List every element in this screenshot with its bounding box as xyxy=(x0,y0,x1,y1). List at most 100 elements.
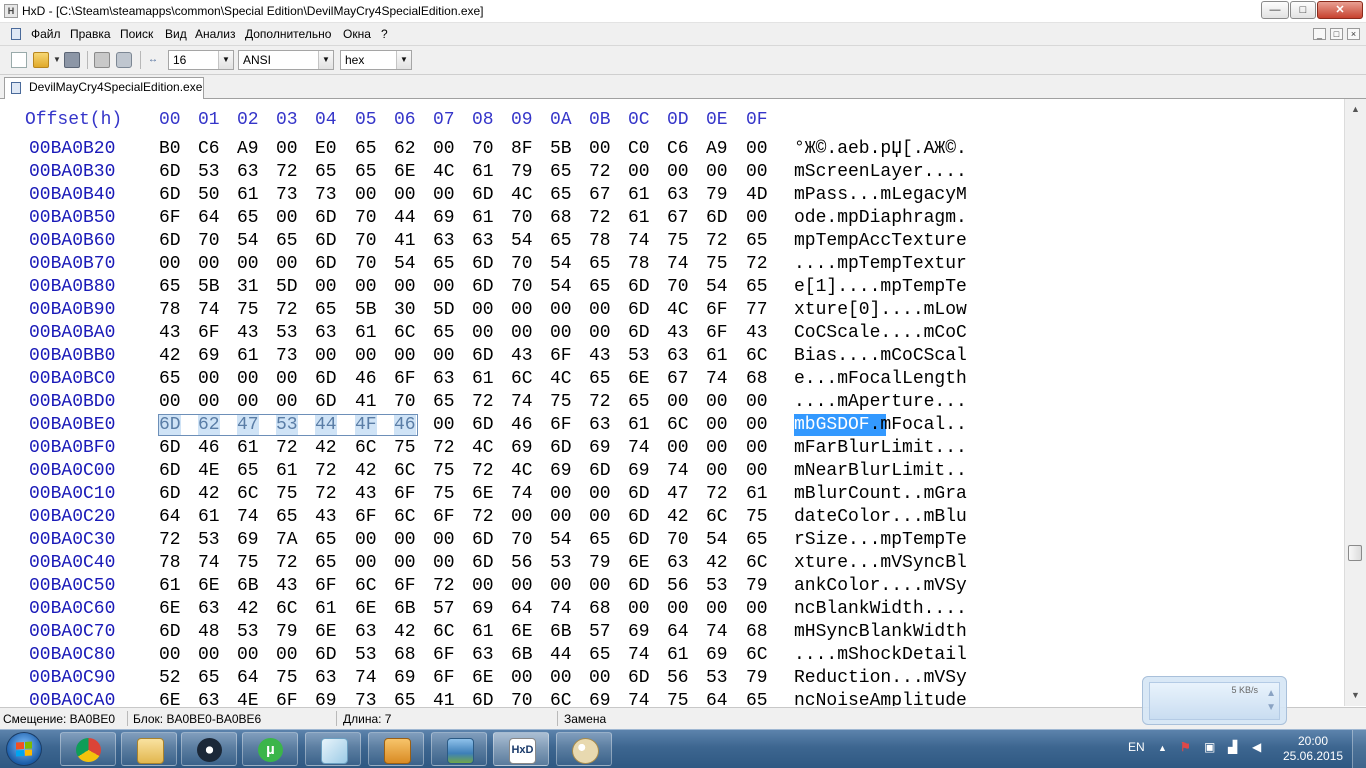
taskbar-steam[interactable] xyxy=(181,732,237,766)
properties-icon[interactable] xyxy=(116,52,132,68)
hex-byte[interactable]: 54 xyxy=(237,231,259,251)
taskbar-paint[interactable] xyxy=(556,732,612,766)
hex-byte[interactable]: 75 xyxy=(394,438,416,458)
hex-byte[interactable]: 70 xyxy=(394,392,416,412)
chevron-down-icon[interactable]: ▼ xyxy=(53,52,61,68)
hex-byte[interactable]: 6F xyxy=(433,507,455,527)
hex-byte[interactable]: 65 xyxy=(433,254,455,274)
hex-byte[interactable]: 44 xyxy=(394,208,416,228)
hex-byte[interactable]: 6D xyxy=(159,484,181,504)
hex-byte[interactable]: 63 xyxy=(667,553,689,573)
hex-byte[interactable]: 78 xyxy=(628,254,650,274)
hex-byte[interactable]: 6E xyxy=(628,369,650,389)
mdi-close-button[interactable]: × xyxy=(1347,28,1360,40)
hex-byte[interactable]: 65 xyxy=(746,231,768,251)
hex-byte[interactable]: 6F xyxy=(159,208,181,228)
hex-byte[interactable]: 6C xyxy=(511,369,533,389)
hex-byte[interactable]: 46 xyxy=(511,415,533,435)
hex-byte[interactable]: 73 xyxy=(276,185,298,205)
device-icon[interactable]: ▣ xyxy=(1204,740,1215,754)
hex-byte[interactable]: 00 xyxy=(667,392,689,412)
hex-byte[interactable]: 6E xyxy=(355,599,377,619)
taskbar-utorrent[interactable]: µ xyxy=(242,732,298,766)
hex-byte[interactable]: 6D xyxy=(628,277,650,297)
hex-byte[interactable]: 53 xyxy=(198,530,220,550)
hex-byte[interactable]: 73 xyxy=(355,691,377,706)
hex-byte[interactable]: 53 xyxy=(706,668,728,688)
hex-byte[interactable]: 68 xyxy=(746,369,768,389)
hex-byte[interactable]: 47 xyxy=(667,484,689,504)
hex-byte[interactable]: 65 xyxy=(550,162,572,182)
hex-byte[interactable]: 56 xyxy=(511,553,533,573)
hex-byte[interactable]: 72 xyxy=(589,392,611,412)
taskbar-downloader[interactable] xyxy=(368,732,424,766)
hex-byte[interactable]: 6B xyxy=(511,645,533,665)
chevron-down-icon[interactable]: ▼ xyxy=(318,51,333,69)
hex-byte[interactable]: 53 xyxy=(276,415,298,435)
hex-byte[interactable]: 6D xyxy=(706,208,728,228)
hex-byte[interactable]: 6D xyxy=(472,185,494,205)
hex-byte[interactable]: 72 xyxy=(589,208,611,228)
ascii-text[interactable]: ncBlankWidth.... xyxy=(794,599,967,619)
hex-byte[interactable]: 00 xyxy=(589,668,611,688)
hex-byte[interactable]: 63 xyxy=(433,369,455,389)
hex-byte[interactable]: 4E xyxy=(237,691,259,706)
hex-byte[interactable]: 72 xyxy=(276,300,298,320)
hex-byte[interactable]: 30 xyxy=(394,300,416,320)
hex-byte[interactable]: 00 xyxy=(237,369,259,389)
hex-byte[interactable]: 6D xyxy=(472,277,494,297)
hex-byte[interactable]: 00 xyxy=(394,185,416,205)
hex-byte[interactable]: 46 xyxy=(198,438,220,458)
hex-byte[interactable]: 4E xyxy=(198,461,220,481)
network-speed-widget[interactable]: 5 KB/s ▲ ▼ xyxy=(1142,676,1287,725)
hex-byte[interactable]: 4C xyxy=(667,300,689,320)
hex-byte[interactable]: 70 xyxy=(511,254,533,274)
hex-byte[interactable]: 64 xyxy=(198,208,220,228)
hex-byte[interactable]: 78 xyxy=(159,553,181,573)
hex-byte[interactable]: 79 xyxy=(746,668,768,688)
hex-byte[interactable]: 46 xyxy=(394,415,416,435)
hex-byte[interactable]: 61 xyxy=(237,438,259,458)
hex-byte[interactable]: 5D xyxy=(276,277,298,297)
hex-byte[interactable]: 46 xyxy=(355,369,377,389)
hex-byte[interactable]: 63 xyxy=(198,691,220,706)
language-indicator[interactable]: EN xyxy=(1128,740,1145,754)
hex-byte[interactable]: 65 xyxy=(237,208,259,228)
hex-byte[interactable]: 61 xyxy=(315,599,337,619)
ascii-text[interactable]: ankColor....mVSy xyxy=(794,576,967,596)
hex-byte[interactable]: 00 xyxy=(550,507,572,527)
hex-byte[interactable]: 00 xyxy=(706,461,728,481)
hex-byte[interactable]: 6F xyxy=(550,415,572,435)
ascii-text[interactable]: ....mpTempTextur xyxy=(794,254,967,274)
hex-byte[interactable]: 64 xyxy=(667,622,689,642)
hex-byte[interactable]: 4F xyxy=(355,415,377,435)
hex-byte[interactable]: 00 xyxy=(550,668,572,688)
hex-byte[interactable]: 6E xyxy=(472,484,494,504)
hex-byte[interactable]: 00 xyxy=(667,438,689,458)
hex-byte[interactable]: 61 xyxy=(472,208,494,228)
hex-byte[interactable]: 00 xyxy=(746,415,768,435)
hex-byte[interactable]: 00 xyxy=(433,346,455,366)
hex-byte[interactable]: 78 xyxy=(589,231,611,251)
hex-byte[interactable]: 00 xyxy=(706,162,728,182)
hex-byte[interactable]: 00 xyxy=(394,530,416,550)
hex-byte[interactable]: 43 xyxy=(667,323,689,343)
hex-byte[interactable]: 00 xyxy=(550,484,572,504)
clock[interactable]: 20:00 25.06.2015 xyxy=(1283,734,1343,764)
hex-byte[interactable]: 00 xyxy=(746,392,768,412)
start-button[interactable] xyxy=(6,732,42,766)
ascii-text[interactable]: ....mAperture... xyxy=(794,392,967,412)
hex-byte[interactable]: 00 xyxy=(550,323,572,343)
hex-byte[interactable]: 79 xyxy=(511,162,533,182)
hex-byte[interactable]: 63 xyxy=(237,162,259,182)
hex-byte[interactable]: 79 xyxy=(706,185,728,205)
hex-byte[interactable]: 75 xyxy=(433,461,455,481)
hex-byte[interactable]: 74 xyxy=(355,668,377,688)
hex-byte[interactable]: 42 xyxy=(237,599,259,619)
hex-byte[interactable]: 6D xyxy=(628,300,650,320)
hex-byte[interactable]: 6C xyxy=(746,645,768,665)
hex-byte[interactable]: 6D xyxy=(315,231,337,251)
hex-byte[interactable]: 00 xyxy=(511,323,533,343)
hex-byte[interactable]: 6F xyxy=(394,484,416,504)
ascii-text[interactable]: mBlurCount..mGra xyxy=(794,484,967,504)
